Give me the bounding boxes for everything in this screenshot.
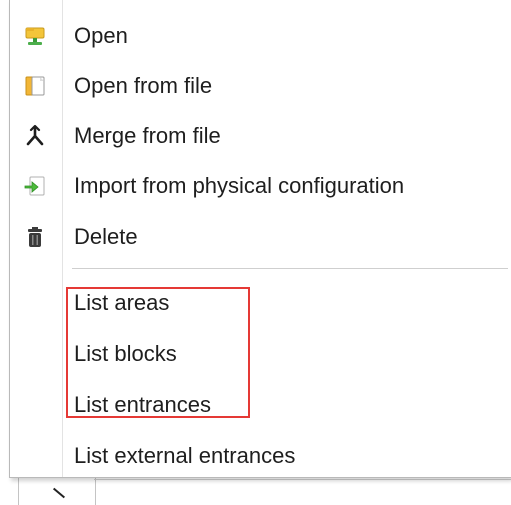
trash-icon [23, 225, 47, 249]
menu-item-label: Open [74, 23, 128, 48]
menu-item-import-physical-configuration[interactable]: Import from physical configuration [10, 161, 510, 211]
menu-item-open-from-file[interactable]: Open from file [10, 61, 510, 111]
menu-item-delete[interactable]: Delete [10, 212, 510, 262]
red-highlight-box [66, 287, 250, 418]
menu-item-label: Merge from file [74, 123, 221, 148]
menu-item-open[interactable]: Open [10, 11, 510, 61]
merge-icon [23, 124, 47, 148]
menu-item-label: List external entrances [74, 443, 296, 468]
menu-item-merge-from-file[interactable]: Merge from file [10, 111, 510, 161]
menu-item-list-external-entrances[interactable]: List external entrances [10, 431, 510, 481]
menu-item-label: Open from file [74, 73, 213, 98]
menu-item-label: Import from physical configuration [74, 173, 405, 198]
menu-item-label: Delete [74, 224, 138, 249]
context-menu: Open Open from file Merge from file Impo… [9, 0, 511, 478]
open-file-icon [23, 74, 47, 98]
import-icon [23, 174, 47, 198]
menu-separator [72, 268, 508, 269]
open-folder-icon [23, 24, 47, 48]
